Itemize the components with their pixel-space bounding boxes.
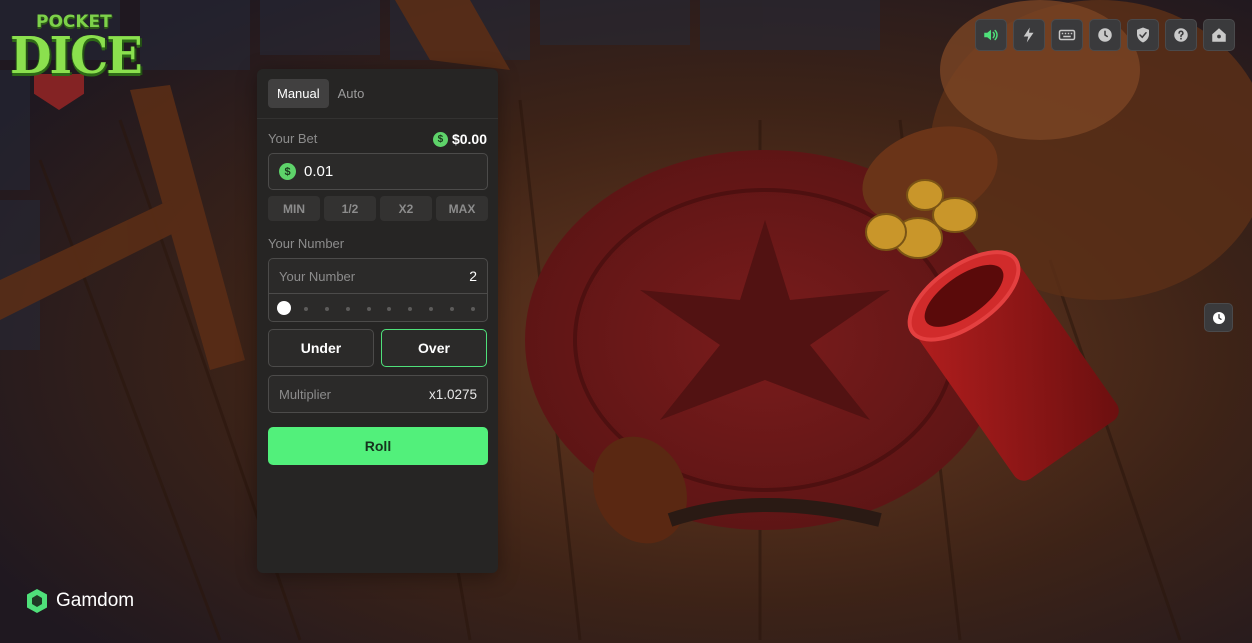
dollar-coin-icon: $ <box>432 131 448 147</box>
slider-tick <box>408 307 413 311</box>
slider-tick <box>303 307 308 311</box>
help-button[interactable] <box>1165 19 1197 51</box>
brand-name: Gamdom <box>56 590 135 611</box>
home-icon <box>1212 28 1226 42</box>
side-history-button[interactable] <box>1204 303 1233 332</box>
slider-handle[interactable] <box>277 301 291 315</box>
slider-tick <box>470 307 475 311</box>
bet-double-button[interactable]: X2 <box>380 196 432 221</box>
logo-text-dice: DICE <box>10 26 143 86</box>
gamdom-logo-icon <box>27 589 47 613</box>
lightning-icon <box>1023 27 1034 43</box>
shield-check-icon <box>1137 27 1149 43</box>
number-input-row[interactable]: Your Number 2 <box>279 259 477 293</box>
slider-ticks <box>283 307 475 311</box>
help-icon <box>1174 28 1188 42</box>
direction-toggle: Under Over <box>268 329 487 367</box>
number-slider[interactable] <box>277 299 475 317</box>
tavern-table-illustration <box>0 0 1252 643</box>
top-toolbar <box>975 19 1235 51</box>
history-button[interactable] <box>1089 19 1121 51</box>
multiplier-value: x1.0275 <box>428 386 477 402</box>
mode-tabs: Manual Auto <box>268 79 373 108</box>
slider-tick <box>450 307 454 311</box>
balance-amount: $0.00 <box>451 131 487 147</box>
pocket-dice-logo: POCKET DICE <box>10 12 143 112</box>
lobby-button[interactable] <box>1203 19 1235 51</box>
number-field: Your Number 2 <box>268 258 488 322</box>
over-button[interactable]: Over <box>381 329 487 367</box>
bet-min-button[interactable]: MIN <box>268 196 320 221</box>
slider-tick <box>324 307 329 311</box>
tabs-divider <box>257 118 498 119</box>
roll-button[interactable]: Roll <box>268 427 488 465</box>
dollar-coin-icon: $ <box>279 163 296 180</box>
number-placeholder: Your Number <box>279 268 356 284</box>
speaker-icon <box>984 29 998 41</box>
slider-tick <box>387 307 392 311</box>
balance-display: $ $0.00 <box>432 131 487 147</box>
bet-half-button[interactable]: 1/2 <box>324 196 376 221</box>
keyboard-icon <box>1058 29 1076 41</box>
slider-tick <box>366 307 371 311</box>
turbo-button[interactable] <box>1013 19 1045 51</box>
bet-amount-field[interactable]: $ <box>268 153 488 190</box>
bet-panel: Manual Auto Your Bet $ $0.00 $ MIN 1/2 X… <box>257 69 498 573</box>
sound-button[interactable] <box>975 19 1007 51</box>
clock-icon <box>1212 311 1225 324</box>
bet-max-button[interactable]: MAX <box>436 196 488 221</box>
quick-bet-buttons: MIN 1/2 X2 MAX <box>268 196 488 221</box>
tab-auto[interactable]: Auto <box>329 79 374 108</box>
multiplier-placeholder: Multiplier <box>279 386 332 402</box>
tab-manual[interactable]: Manual <box>268 79 329 108</box>
bet-amount-input[interactable] <box>304 163 464 180</box>
gamdom-brand: Gamdom <box>26 588 134 614</box>
number-label: Your Number <box>268 236 345 251</box>
multiplier-field[interactable]: Multiplier x1.0275 <box>268 375 488 413</box>
number-value: 2 <box>469 268 477 284</box>
slider-tick <box>429 307 434 311</box>
under-button[interactable]: Under <box>268 329 374 367</box>
bet-label: Your Bet <box>268 131 318 146</box>
slider-tick <box>345 307 350 311</box>
number-field-divider <box>269 293 487 294</box>
clock-icon <box>1098 28 1112 42</box>
hotkeys-button[interactable] <box>1051 19 1083 51</box>
game-scene-background <box>0 0 1252 643</box>
fairness-button[interactable] <box>1127 19 1159 51</box>
